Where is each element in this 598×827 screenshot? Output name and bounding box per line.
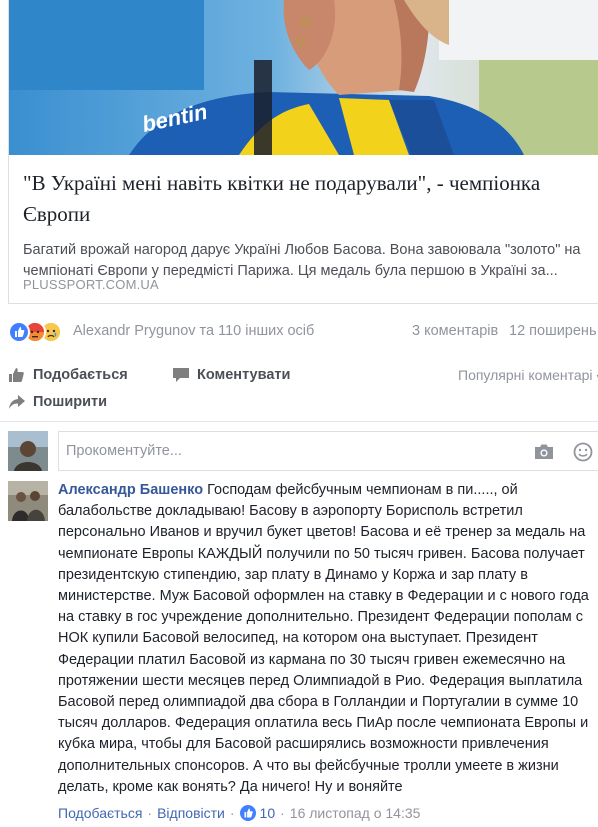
comment-like-link[interactable]: Подобається [58, 805, 142, 821]
divider [0, 421, 598, 422]
comment-reply-link[interactable]: Відповісти [157, 805, 225, 821]
comment-button[interactable]: Коментувати [172, 366, 290, 384]
separator: · [229, 805, 235, 821]
comments-count[interactable]: 3 коментарів [412, 323, 498, 339]
comment-sort-dropdown[interactable]: Популярні коментарі ▾ [458, 367, 598, 383]
comment-input-placeholder: Прокоментуйте... [66, 443, 182, 459]
like-icon [239, 805, 256, 821]
article-source: PLUSSPORT.COM.UA [23, 277, 159, 292]
share-arrow-icon [8, 393, 26, 411]
like-icon [8, 321, 30, 343]
like-button[interactable]: Подобається [8, 366, 128, 384]
like-label: Подобається [33, 367, 128, 383]
comment-bubble-icon [172, 366, 190, 384]
comment-text: Господам фейсбучным чемпионам в пи.....,… [58, 482, 589, 795]
comment-author-name[interactable]: Александр Башенко [58, 482, 203, 498]
article-title[interactable]: "В Україні мені навіть квітки не подарув… [23, 168, 592, 230]
comment-likes-count[interactable]: 10 [260, 805, 276, 821]
emoji-icon[interactable] [573, 442, 593, 462]
comment-text-block: Александр Башенко Господам фейсбучным че… [58, 480, 593, 798]
article-image[interactable]: bentin [9, 0, 598, 155]
post-actions: Подобається Коментувати Популярні комент… [0, 360, 598, 420]
separator: · [280, 805, 285, 821]
link-preview-card[interactable]: bentin "В Україні мені навіть квітки не … [8, 0, 598, 304]
reaction-icons[interactable] [8, 321, 72, 343]
camera-icon[interactable] [534, 443, 554, 460]
comment-label: Коментувати [197, 367, 291, 383]
separator: · [147, 805, 153, 821]
current-user-avatar[interactable] [8, 431, 48, 471]
reactors-link[interactable]: Alexandr Prygunov та 110 інших осіб [73, 323, 314, 339]
reactions-summary: Alexandr Prygunov та 110 інших осіб 3 ко… [0, 318, 598, 346]
comment-timestamp[interactable]: 16 листопад о 14:35 [290, 805, 421, 821]
thumbs-up-icon [8, 366, 26, 384]
comment-sort-label: Популярні коментарі [458, 367, 593, 383]
share-button[interactable]: Поширити [8, 393, 107, 411]
article-description: Багатий врожай нагород дарує Україні Люб… [23, 242, 581, 279]
comment-input[interactable]: Прокоментуйте... [58, 431, 598, 471]
share-label: Поширити [33, 394, 108, 410]
comment-footer: Подобається · Відповісти · 10 · 16 листо… [58, 805, 420, 821]
comment-author-avatar[interactable] [8, 481, 48, 521]
shares-count[interactable]: 12 поширень [509, 323, 597, 339]
